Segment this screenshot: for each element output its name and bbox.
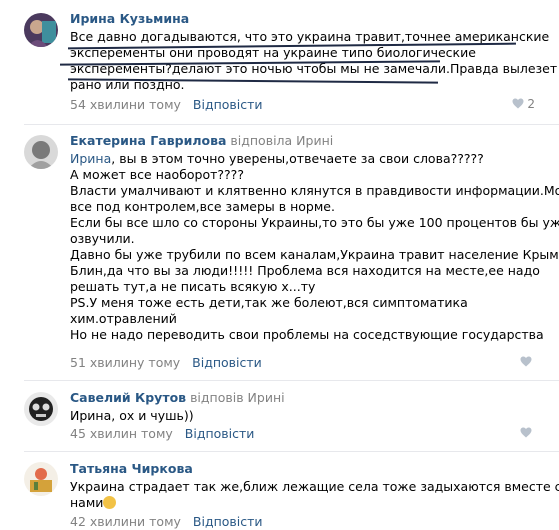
timestamp[interactable]: 51 хвилину тому: [70, 355, 180, 370]
text-line: Если бы все шло со стороны Украины,то эт…: [70, 215, 559, 230]
text-line: Власти умалчивают и клятвенно клянутся в…: [70, 183, 559, 198]
like-button[interactable]: [520, 426, 535, 440]
author-line: Савелий Крутов відповів Ирині: [70, 390, 285, 406]
smiling-face-emoji: [103, 496, 117, 509]
avatar[interactable]: [24, 135, 58, 169]
like-count: 2: [527, 97, 535, 111]
reply-button[interactable]: Відповісти: [185, 426, 255, 441]
avatar[interactable]: [24, 13, 58, 47]
reply-button[interactable]: Відповісти: [192, 355, 262, 370]
comment-4: Татьяна Чиркова Украина страдает так же,…: [0, 452, 559, 529]
comment-meta: 42 хвилини тому Відповісти: [70, 514, 263, 530]
text-line: Давно бы уже трубили по всем каналам,Укр…: [70, 247, 559, 262]
like-button[interactable]: 2: [512, 97, 535, 111]
text-line: Блин,да что вы за люди!!!!! Проблема вся…: [70, 263, 540, 278]
text-line: хим.отравлений: [70, 311, 177, 326]
reply-to-label[interactable]: відповів Ирині: [190, 390, 285, 405]
heart-icon: [512, 98, 524, 109]
text-fragment: нами: [70, 495, 104, 510]
comment-2: Екатерина Гаврилова відповіла Ирині Ирин…: [0, 125, 559, 380]
reply-button[interactable]: Відповісти: [193, 514, 263, 529]
comment-meta: 54 хвилини тому Відповісти: [70, 97, 263, 113]
comment-text: Ирина, вы в этом точно уверены,отвечаете…: [70, 151, 559, 343]
text-line: решать тут,а не писать всякую х...ту: [70, 279, 316, 294]
reply-to-label[interactable]: відповіла Ирині: [230, 133, 333, 148]
author-line: Ирина Кузьмина: [70, 11, 189, 27]
heart-icon: [520, 356, 532, 367]
author-line: Екатерина Гаврилова відповіла Ирині: [70, 133, 333, 149]
avatar[interactable]: [24, 392, 58, 426]
comment-3: Савелий Крутов відповів Ирині Ирина, ох …: [0, 381, 559, 451]
text-line: Ирина, вы в этом точно уверены,отвечаете…: [70, 151, 540, 167]
timestamp[interactable]: 54 хвилини тому: [70, 97, 181, 112]
author-name[interactable]: Екатерина Гаврилова: [70, 133, 226, 148]
text-fragment: , вы в этом точно уверены,отвечаете за с…: [111, 151, 484, 166]
text-line: Но не надо переводить свои проблемы на с…: [70, 327, 544, 342]
author-name[interactable]: Татьяна Чиркова: [70, 461, 193, 476]
comment-meta: 51 хвилину тому Відповісти: [70, 355, 262, 371]
author-name[interactable]: Ирина Кузьмина: [70, 11, 189, 26]
text-line: озвучили.: [70, 231, 135, 246]
text-line: нами: [70, 495, 540, 511]
comment-text: Украина страдает так же,ближ лежащие сел…: [70, 479, 559, 511]
heart-icon: [520, 427, 532, 438]
timestamp[interactable]: 45 хвилин тому: [70, 426, 173, 441]
comment-1: Ирина Кузьмина Все давно догадываются, ч…: [0, 0, 559, 124]
author-line: Татьяна Чиркова: [70, 461, 193, 477]
reply-button[interactable]: Відповісти: [193, 97, 263, 112]
comment-meta: 45 хвилин тому Відповісти: [70, 426, 254, 442]
mention-link[interactable]: Ирина: [70, 151, 111, 166]
timestamp[interactable]: 42 хвилини тому: [70, 514, 181, 529]
text-line: все под контролем,все замеры в норме.: [70, 199, 335, 214]
text-line: PS.У меня тоже есть дети,так же болеют,в…: [70, 295, 468, 310]
author-name[interactable]: Савелий Крутов: [70, 390, 186, 405]
avatar[interactable]: [24, 462, 58, 496]
text-line: Ирина, ох и чушь)): [70, 408, 194, 423]
text-line: А может все наоборот????: [70, 167, 244, 182]
like-button[interactable]: [520, 355, 535, 369]
comment-text: Ирина, ох и чушь)): [70, 408, 540, 424]
text-line: Украина страдает так же,ближ лежащие сел…: [70, 479, 559, 494]
